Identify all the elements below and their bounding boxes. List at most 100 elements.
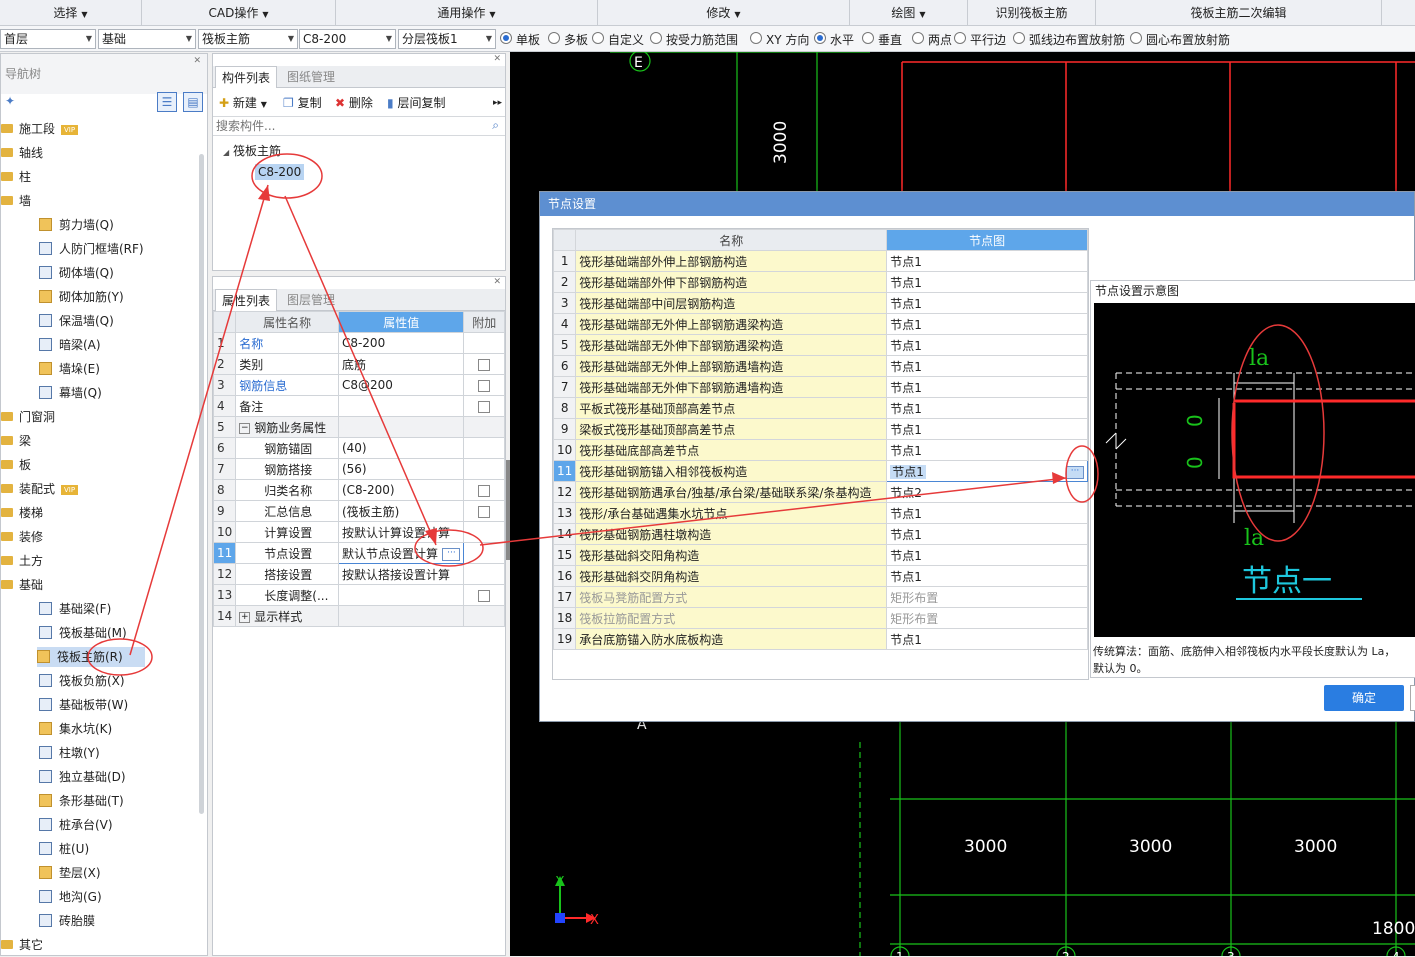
node-row[interactable]: 15 筏形基础斜交阳角构造 节点1 [553,544,1088,566]
nav-item[interactable]: 墙 [1,191,31,211]
property-value[interactable]: 按默认计算设置计算 [337,521,465,543]
radio-9[interactable] [1013,32,1025,44]
radio-6[interactable] [862,32,874,44]
expand-icon[interactable]: + [239,611,251,623]
tab-component-list[interactable]: 构件列表 [215,66,278,88]
node-value[interactable]: 节点2 [886,481,1088,503]
menu-identify-raft-rebar[interactable]: 识别筏板主筋 [968,0,1096,26]
node-row[interactable]: 3 筏形基础端部中间层钢筋构造 节点1 [553,292,1088,314]
radio-4[interactable] [750,32,762,44]
nav-item[interactable]: 基础板带(W) [39,695,128,715]
radio-7[interactable] [912,32,924,44]
nav-item[interactable]: 板 [1,455,31,475]
nav-item[interactable]: 基础 [1,575,43,595]
property-value[interactable]: C8@200 [337,374,465,396]
nav-item[interactable]: 墙垛(E) [39,359,100,379]
menu-draw[interactable]: 绘图 ▼ [850,0,968,26]
nav-item[interactable]: 其它 [1,935,43,955]
nav-scrollbar[interactable] [199,154,204,814]
radio-10[interactable] [1130,32,1142,44]
nav-item[interactable]: 砌体加筋(Y) [39,287,124,307]
property-row[interactable]: 9 汇总信息 (筏板主筋) [212,500,505,522]
menu-cad-ops[interactable]: CAD操作 ▼ [142,0,336,26]
property-row[interactable]: 5− 钢筋业务属性 [212,416,505,438]
node-row[interactable]: 4 筏形基础端部无外伸上部钢筋遇梁构造 节点1 [553,313,1088,335]
nav-item[interactable]: 垫层(X) [39,863,101,883]
extra-checkbox[interactable] [478,400,491,413]
property-row[interactable]: 10 计算设置 按默认计算设置计算 [212,521,505,543]
property-value[interactable]: (C8-200) [337,479,465,501]
nav-item[interactable]: 集水坑(K) [39,719,112,739]
property-row[interactable]: 14 + 显示样式 [212,605,505,627]
menu-select[interactable]: 选择 ▼ [0,0,142,26]
radio-0[interactable] [500,32,512,44]
close-icon[interactable]: ✕ [493,54,501,64]
type-select[interactable]: 筏板主筋 ▼ [198,29,298,49]
nav-item[interactable]: 柱墩(Y) [39,743,100,763]
nav-item[interactable]: 土方 [1,551,43,571]
node-value[interactable]: 节点1 [886,544,1088,566]
search-input[interactable] [213,117,473,135]
extra-checkbox[interactable] [478,358,491,371]
property-value[interactable]: (筏板主筋) [337,500,465,522]
component-select[interactable]: C8-200 ▼ [299,29,396,49]
property-row[interactable]: 3 钢筋信息 C8@200 [212,374,505,396]
extra-checkbox[interactable] [478,505,491,518]
collapse-icon[interactable]: − [239,422,251,434]
property-value[interactable] [337,395,465,417]
tab-drawing-management[interactable]: 图纸管理 [281,66,341,88]
property-row[interactable]: 13 长度调整(... [212,584,505,606]
nav-item[interactable]: 桩承台(V) [39,815,113,835]
property-value[interactable]: (40) [337,437,465,459]
property-value[interactable]: 底筋 [337,353,465,375]
nav-item[interactable]: 筏板主筋(R) [37,647,145,667]
node-value[interactable]: 节点1 [886,292,1088,314]
node-value[interactable]: 节点1 [886,523,1088,545]
nav-item[interactable]: 筏板基础(M) [39,623,127,643]
nav-item[interactable]: 柱 [1,167,31,187]
property-value[interactable]: C8-200 [337,332,465,354]
node-row[interactable]: 19 承台底筋锚入防水底板构造 节点1 [553,628,1088,650]
nav-item[interactable]: 地沟(G) [39,887,102,907]
pin-icon[interactable]: ✦ [5,94,15,108]
extra-checkbox[interactable] [478,589,491,602]
close-icon[interactable]: ✕ [193,56,201,66]
menu-modify[interactable]: 修改 ▼ [598,0,850,26]
property-row[interactable]: 2 类别 底筋 [212,353,505,375]
property-row[interactable]: 12 搭接设置 按默认搭接设置计算 [212,563,505,585]
node-value[interactable]: 节点1 [886,439,1088,461]
menu-raft-rebar-edit[interactable]: 筏板主筋二次编辑 [1096,0,1382,26]
property-value[interactable] [337,584,465,606]
property-row[interactable]: 4 备注 [212,395,505,417]
nav-item[interactable]: 筏板负筋(X) [39,671,125,691]
node-row[interactable]: 9 梁板式筏形基础顶部高差节点 节点1 [553,418,1088,440]
property-row[interactable]: 7 钢筋搭接 (56) [212,458,505,480]
nav-item[interactable]: 桩(U) [39,839,89,859]
nav-item[interactable]: 轴线 [1,143,43,163]
nav-item[interactable]: 施工段 VIP [1,119,79,139]
more-options-button[interactable]: ··· [442,547,461,561]
nav-item[interactable]: 门窗洞 [1,407,55,427]
node-row[interactable]: 11 筏形基础钢筋锚入相邻筏板构造 节点1 ··· [553,460,1088,482]
property-row[interactable]: 6 钢筋锚固 (40) [212,437,505,459]
node-row[interactable]: 13 筏形/承台基础遇集水坑节点 节点1 [553,502,1088,524]
nav-item[interactable]: 楼梯 [1,503,43,523]
node-value[interactable]: 节点1 [886,565,1088,587]
more-icon[interactable]: ▸▸ [493,90,502,116]
node-row[interactable]: 18 筏板拉筋配置方式 矩形布置 [553,607,1088,629]
tree-root[interactable]: ◢ 筏板主筋 [223,142,281,159]
node-row[interactable]: 7 筏形基础端部无外伸下部钢筋遇墙构造 节点1 [553,376,1088,398]
copy-between-floors-button[interactable]: ▮ 层间复制 [387,90,445,116]
node-row[interactable]: 6 筏形基础端部无外伸上部钢筋遇墙构造 节点1 [553,355,1088,377]
node-value[interactable]: 节点1 [886,376,1088,398]
nav-item[interactable]: 装配式 VIP [1,479,79,499]
radio-2[interactable] [592,32,604,44]
node-row[interactable]: 2 筏形基础端部外伸下部钢筋构造 节点1 [553,271,1088,293]
ok-button[interactable]: 确定 [1324,685,1404,711]
nav-item[interactable]: 梁 [1,431,31,451]
nav-item[interactable]: 基础梁(F) [39,599,111,619]
node-more-button[interactable]: ··· [1066,465,1084,479]
nav-item[interactable]: 条形基础(T) [39,791,124,811]
component-item-c8-200[interactable]: C8-200 [255,164,305,180]
nav-item[interactable]: 幕墙(Q) [39,383,102,403]
